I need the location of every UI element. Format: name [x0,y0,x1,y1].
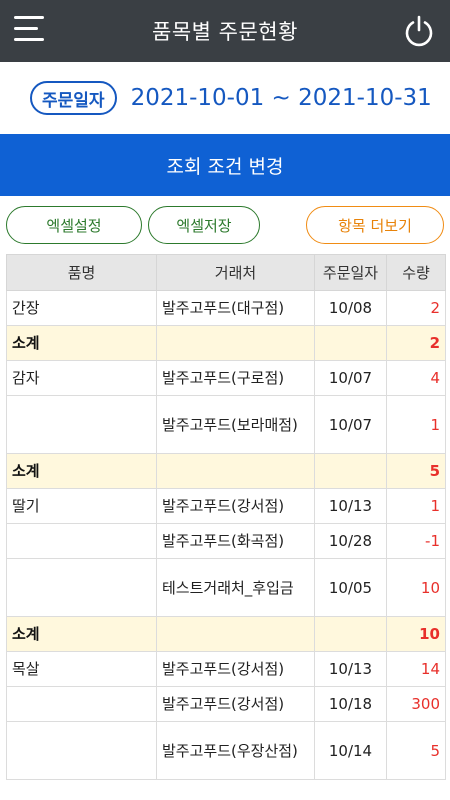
order-table: 품명 거래처 주문일자 수량 간장 발주고푸드(대구점) 10/08 2 소계 2 감자 발주… [6,254,446,780]
vendor-cell: 발주고푸드(강서점) [156,488,315,524]
col-header-item[interactable]: 품명 [6,254,157,291]
table-header-row: 품명 거래처 주문일자 수량 [6,254,446,291]
order-date-cell: 10/13 [314,488,387,524]
subtotal-row[interactable]: 소계 2 [6,325,446,361]
item-name-cell [6,523,157,559]
quantity-cell: 10 [386,616,446,652]
quantity-cell: 2 [386,290,446,326]
excel-settings-button[interactable]: 엑셀설정 [6,206,142,244]
table-row[interactable]: 테스트거래처_후입금 10/05 10 [6,558,446,617]
quantity-cell: 5 [386,721,446,780]
order-date-cell [314,453,387,489]
item-name-cell: 딸기 [6,488,157,524]
more-columns-button[interactable]: 항목 더보기 [306,206,444,244]
item-name-cell [6,395,157,454]
item-name-cell [6,558,157,617]
vendor-cell: 발주고푸드(우장산점) [156,721,315,780]
order-date-cell [314,325,387,361]
quantity-cell: 1 [386,488,446,524]
col-header-qty[interactable]: 수량 [386,254,446,291]
col-header-date[interactable]: 주문일자 [314,254,387,291]
order-date-cell: 10/14 [314,721,387,780]
excel-save-button[interactable]: 엑셀저장 [148,206,260,244]
vendor-cell: 테스트거래처_후입금 [156,558,315,617]
quantity-cell: 4 [386,360,446,396]
quantity-cell: 1 [386,395,446,454]
order-date-cell [314,616,387,652]
item-name-cell: 소계 [6,616,157,652]
order-date-badge[interactable]: 주문일자 [30,81,117,115]
order-date-cell: 10/05 [314,558,387,617]
page-title: 품목별 주문현황 [152,20,298,44]
quantity-cell: 300 [386,686,446,722]
item-name-cell: 감자 [6,360,157,396]
table-row[interactable]: 발주고푸드(우장산점) 10/14 5 [6,721,446,780]
date-filter-row: 주문일자 2021-10-01 ~ 2021-10-31 [0,62,450,134]
vendor-cell: 발주고푸드(강서점) [156,686,315,722]
hamburger-menu-icon[interactable] [14,16,46,46]
order-date-cell: 10/18 [314,686,387,722]
app-header: 품목별 주문현황 [0,0,450,62]
vendor-cell [156,453,315,489]
table-row[interactable]: 목살 발주고푸드(강서점) 10/13 14 [6,651,446,687]
item-name-cell: 목살 [6,651,157,687]
vendor-cell [156,325,315,361]
table-row[interactable]: 간장 발주고푸드(대구점) 10/08 2 [6,290,446,326]
order-date-cell: 10/07 [314,395,387,454]
order-date-cell: 10/08 [314,290,387,326]
quantity-cell: 14 [386,651,446,687]
item-name-cell: 소계 [6,325,157,361]
vendor-cell: 발주고푸드(화곡점) [156,523,315,559]
table-row[interactable]: 발주고푸드(보라매점) 10/07 1 [6,395,446,454]
vendor-cell: 발주고푸드(대구점) [156,290,315,326]
order-date-cell: 10/28 [314,523,387,559]
quantity-cell: 10 [386,558,446,617]
item-name-cell: 소계 [6,453,157,489]
quantity-cell: 5 [386,453,446,489]
subtotal-row[interactable]: 소계 10 [6,616,446,652]
vendor-cell: 발주고푸드(구로점) [156,360,315,396]
col-header-vendor[interactable]: 거래처 [156,254,315,291]
vendor-cell: 발주고푸드(강서점) [156,651,315,687]
item-name-cell: 간장 [6,290,157,326]
quantity-cell: -1 [386,523,446,559]
order-date-cell: 10/07 [314,360,387,396]
vendor-cell [156,616,315,652]
subtotal-row[interactable]: 소계 5 [6,453,446,489]
table-row[interactable]: 발주고푸드(화곡점) 10/28 -1 [6,523,446,559]
item-name-cell [6,721,157,780]
order-date-cell: 10/13 [314,651,387,687]
quantity-cell: 2 [386,325,446,361]
date-range-value[interactable]: 2021-10-01 ~ 2021-10-31 [131,85,432,111]
vendor-cell: 발주고푸드(보라매점) [156,395,315,454]
item-name-cell [6,686,157,722]
change-condition-button[interactable]: 조회 조건 변경 [0,134,450,196]
action-buttons: 엑셀설정 엑셀저장 항목 더보기 [0,196,450,254]
table-row[interactable]: 발주고푸드(강서점) 10/18 300 [6,686,446,722]
power-icon[interactable] [402,14,436,48]
table-row[interactable]: 딸기 발주고푸드(강서점) 10/13 1 [6,488,446,524]
table-row[interactable]: 감자 발주고푸드(구로점) 10/07 4 [6,360,446,396]
